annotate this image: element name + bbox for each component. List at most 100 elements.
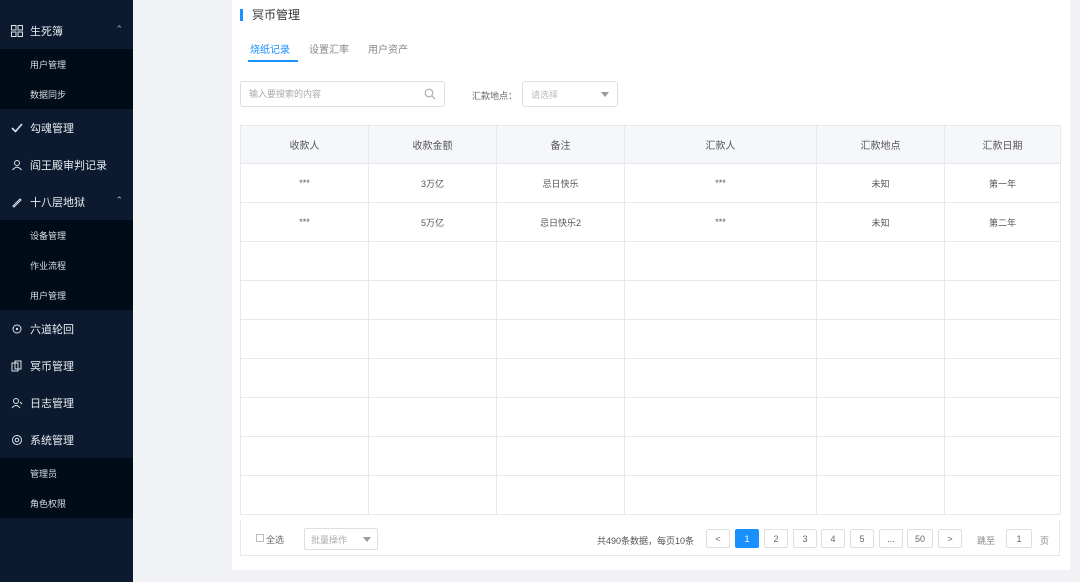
submenu-item-user-management-2[interactable]: 用户管理 xyxy=(0,280,133,310)
sidebar-item-label: 生死簿 xyxy=(30,25,63,38)
batch-action-placeholder: 批量操作 xyxy=(311,534,348,545)
table-cell: 未知 xyxy=(816,202,945,242)
page-button-1[interactable]: 1 xyxy=(735,529,759,548)
table-footer: 全选 批量操作 共490条数据，每页10条 < 1 2 3 4 5 ... 50… xyxy=(240,520,1060,556)
table-cell: 第二年 xyxy=(944,202,1061,242)
page-button-50[interactable]: 50 xyxy=(907,529,933,548)
submenu-item-user-management[interactable]: 用户管理 xyxy=(0,49,133,79)
empty-row xyxy=(240,280,1061,320)
empty-row xyxy=(240,397,1061,437)
submenu-shengsibu: 用户管理 数据同步 xyxy=(0,49,133,109)
records-table: 收款人 收款金额 备注 汇款人 汇款地点 汇款日期 *** 3万亿 忌日快乐 *… xyxy=(240,125,1061,515)
submenu-item-admin[interactable]: 管理员 xyxy=(0,458,133,488)
column-header: 汇款地点 xyxy=(816,125,945,164)
search-icon[interactable] xyxy=(424,88,436,103)
sidebar-item-system[interactable]: 系统管理 xyxy=(0,421,133,458)
submenu-item-data-sync[interactable]: 数据同步 xyxy=(0,79,133,109)
jump-page-input[interactable]: 1 xyxy=(1006,529,1032,548)
sidebar-item-log[interactable]: 日志管理 xyxy=(0,384,133,421)
sidebar-item-label: 阎王殿审判记录 xyxy=(30,159,107,172)
empty-row xyxy=(240,436,1061,476)
grid-icon xyxy=(10,24,24,38)
caret-down-icon xyxy=(601,92,609,97)
prev-page-button[interactable]: < xyxy=(706,529,730,548)
table-cell: 3万亿 xyxy=(368,163,497,203)
empty-row xyxy=(240,319,1061,359)
empty-row xyxy=(240,358,1061,398)
sidebar-item-18-hells[interactable]: 十八层地狱 ⌃ xyxy=(0,183,133,220)
sidebar: 生死簿 ⌃ 用户管理 数据同步 勾魂管理 阎王殿审判记录 十八层地狱 ⌃ 设备管… xyxy=(0,0,133,582)
caret-down-icon xyxy=(363,537,371,542)
page-title-bar: 冥币管理 xyxy=(240,6,300,23)
table-cell: *** xyxy=(624,202,817,242)
column-header: 汇款人 xyxy=(624,125,817,164)
sidebar-item-label: 勾魂管理 xyxy=(30,122,74,135)
sidebar-item-liudao[interactable]: 六道轮回 xyxy=(0,310,133,347)
submenu-item-device-management[interactable]: 设备管理 xyxy=(0,220,133,250)
table-cell: *** xyxy=(240,163,369,203)
select-all-label[interactable]: 全选 xyxy=(266,533,284,546)
location-filter-label: 汇款地点： xyxy=(472,91,518,101)
select-all-checkbox[interactable] xyxy=(256,534,264,542)
table-row[interactable]: *** 5万亿 忌日快乐2 *** 未知 第二年 xyxy=(240,202,1061,242)
sidebar-item-label: 十八层地狱 xyxy=(30,196,85,209)
sidebar-item-mingbi[interactable]: 冥币管理 xyxy=(0,347,133,384)
total-count-text: 共490条数据，每页10条 xyxy=(597,536,695,546)
cycle-icon xyxy=(10,322,24,336)
check-icon xyxy=(10,121,24,135)
sidebar-top xyxy=(0,0,133,12)
page-button-5[interactable]: 5 xyxy=(850,529,874,548)
page-button-2[interactable]: 2 xyxy=(764,529,788,548)
tab-active-indicator xyxy=(248,60,298,62)
gear-icon xyxy=(10,433,24,447)
search-input[interactable] xyxy=(249,89,419,99)
batch-action-select[interactable]: 批量操作 xyxy=(304,528,378,550)
next-page-button[interactable]: > xyxy=(938,529,962,548)
layers-icon xyxy=(10,359,24,373)
sidebar-item-label: 日志管理 xyxy=(30,397,74,410)
page-button-3[interactable]: 3 xyxy=(793,529,817,548)
table-cell: *** xyxy=(624,163,817,203)
submenu-item-workflow[interactable]: 作业流程 xyxy=(0,250,133,280)
table-cell: 忌日快乐2 xyxy=(496,202,625,242)
location-select[interactable]: 请选择 xyxy=(522,81,618,107)
tab-user-assets[interactable]: 用户资产 xyxy=(368,41,408,56)
table-cell: 第一年 xyxy=(944,163,1061,203)
main-card: 冥币管理 烧纸记录 设置汇率 用户资产 汇款地点： 请选择 收款人 收款金额 备… xyxy=(232,0,1070,570)
table-header-row: 收款人 收款金额 备注 汇款人 汇款地点 汇款日期 xyxy=(240,125,1061,164)
sidebar-item-yanwangdian[interactable]: 阎王殿审判记录 xyxy=(0,146,133,183)
page-ellipsis[interactable]: ... xyxy=(879,529,903,548)
sidebar-item-label: 系统管理 xyxy=(30,434,74,447)
jump-to-label: 跳至 xyxy=(977,536,996,546)
column-header: 备注 xyxy=(496,125,625,164)
empty-row xyxy=(240,241,1061,281)
sidebar-item-label: 六道轮回 xyxy=(30,323,74,336)
table-row[interactable]: *** 3万亿 忌日快乐 *** 未知 第一年 xyxy=(240,163,1061,203)
table-cell: 未知 xyxy=(816,163,945,203)
title-accent-mark xyxy=(240,8,243,21)
tab-exchange-rate[interactable]: 设置汇率 xyxy=(309,41,349,56)
tab-burn-records[interactable]: 烧纸记录 xyxy=(250,41,290,56)
sidebar-item-label: 冥币管理 xyxy=(30,360,74,373)
sidebar-item-gouhun[interactable]: 勾魂管理 xyxy=(0,109,133,146)
user-icon xyxy=(10,158,24,172)
submenu-item-roles[interactable]: 角色权限 xyxy=(0,488,133,518)
column-header: 汇款日期 xyxy=(944,125,1061,164)
page-title: 冥币管理 xyxy=(252,8,301,22)
location-select-placeholder: 请选择 xyxy=(531,89,559,100)
submenu-18-hells: 设备管理 作业流程 用户管理 xyxy=(0,220,133,310)
table-cell: 忌日快乐 xyxy=(496,163,625,203)
column-header: 收款金额 xyxy=(368,125,497,164)
submenu-system: 管理员 角色权限 xyxy=(0,458,133,518)
table-cell: *** xyxy=(240,202,369,242)
pen-icon xyxy=(10,195,24,209)
chevron-up-icon: ⌃ xyxy=(115,195,123,205)
person-icon xyxy=(10,396,24,410)
sidebar-item-shengsibu[interactable]: 生死簿 ⌃ xyxy=(0,12,133,49)
page-unit-label: 页 xyxy=(1040,536,1050,546)
search-box xyxy=(240,81,445,107)
page-button-4[interactable]: 4 xyxy=(821,529,845,548)
table-cell: 5万亿 xyxy=(368,202,497,242)
chevron-up-icon: ⌃ xyxy=(115,24,123,34)
empty-row xyxy=(240,475,1061,515)
